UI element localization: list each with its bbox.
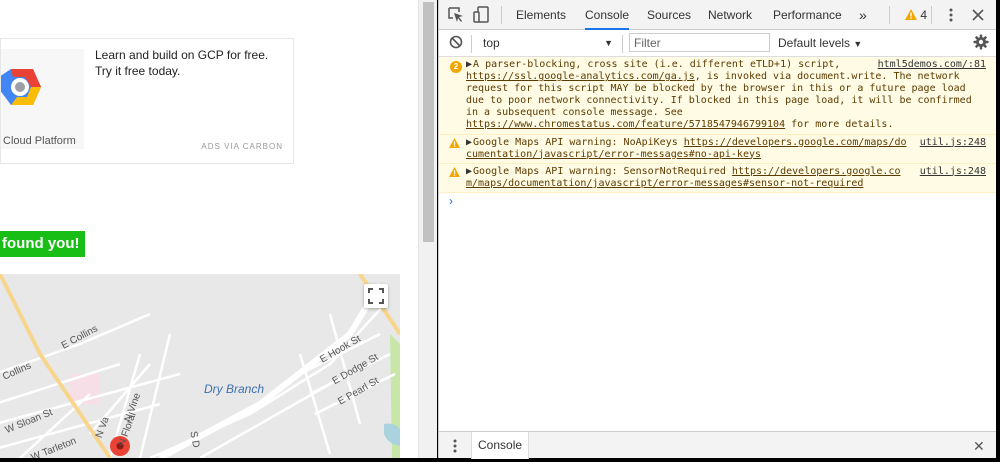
log-levels-label: Default levels [778, 36, 851, 50]
settings-gear-icon [973, 34, 989, 50]
kebab-icon [453, 439, 457, 453]
message-url-link[interactable]: https://ssl.google-analytics.com/ga.js [466, 71, 695, 82]
devtools-panel: Elements Console Sources Network Perform… [438, 0, 996, 459]
toolbar-divider [501, 6, 502, 24]
close-icon [972, 9, 984, 21]
filter-divider-2 [622, 35, 623, 53]
console-warning-message[interactable]: 2 html5demos.com/:81 ▶A parser-blocking,… [439, 57, 996, 135]
customize-devtools-button[interactable] [949, 8, 953, 22]
message-source-link[interactable]: util.js:248 [920, 137, 986, 149]
gcp-logo-icon [1, 69, 41, 105]
screenshot-frame: Cloud Platform Learn and build on GCP fo… [0, 0, 1000, 462]
devtools-drawer: Console ✕ [439, 431, 996, 459]
page-scrollbar[interactable] [418, 0, 437, 458]
console-settings-button[interactable] [973, 34, 991, 52]
map-label-dry-branch: Dry Branch [204, 382, 265, 396]
map-roads [0, 274, 400, 458]
drawer-menu-button[interactable] [453, 439, 457, 453]
console-prompt[interactable]: › [439, 193, 996, 209]
expand-triangle-icon[interactable]: ▶ [466, 59, 472, 70]
message-source-link[interactable]: util.js:248 [920, 166, 986, 178]
clear-console-button[interactable] [449, 35, 467, 53]
context-selector[interactable]: top ▼ [481, 33, 617, 53]
console-filter-bar: top ▼ Default levels ▼ [439, 31, 996, 57]
message-text: Google Maps API warning: SensorNotRequir… [473, 165, 732, 177]
message-text-3: for more details. [785, 119, 894, 131]
warning-icon [449, 137, 460, 148]
google-map[interactable]: E Collins Collins W Sloan St W Tarleton … [0, 274, 400, 458]
context-value: top [483, 36, 500, 50]
warning-icon [449, 166, 460, 177]
tab-elements[interactable]: Elements [516, 0, 566, 30]
tab-network[interactable]: Network [708, 0, 752, 30]
console-warning-message[interactable]: util.js:248 ▶Google Maps API warning: Se… [439, 163, 996, 193]
toolbar-divider-2 [889, 6, 890, 24]
message-text: Google Maps API warning: NoApiKeys [473, 136, 684, 148]
tab-console[interactable]: Console [585, 0, 630, 30]
console-filter-input[interactable] [629, 33, 770, 52]
ad-text[interactable]: Learn and build on GCP for free. Try it … [95, 47, 285, 79]
map-fullscreen-button[interactable] [364, 284, 388, 308]
chevron-down-icon: ▼ [853, 39, 863, 49]
expand-triangle-icon[interactable]: ▶ [466, 137, 472, 148]
warnings-counter[interactable]: 4 [905, 0, 927, 30]
inspect-icon [448, 7, 463, 22]
carbon-ad[interactable]: Cloud Platform Learn and build on GCP fo… [0, 38, 294, 164]
kebab-icon [949, 8, 953, 22]
filter-divider [471, 35, 472, 53]
tab-sources[interactable]: Sources [647, 0, 691, 30]
console-messages: 2 html5demos.com/:81 ▶A parser-blocking,… [439, 57, 996, 209]
fullscreen-icon [368, 288, 384, 304]
device-toolbar-button[interactable] [473, 6, 491, 24]
chevron-down-icon: ▼ [604, 38, 613, 48]
more-tabs-icon[interactable]: » [859, 0, 867, 30]
gcp-logo[interactable]: Cloud Platform [1, 49, 84, 149]
geolocation-status: found you! [0, 231, 86, 257]
close-devtools-button[interactable] [971, 8, 989, 26]
tab-performance[interactable]: Performance [773, 0, 842, 30]
ads-via-carbon-link[interactable]: ADS VIA CARBON [201, 142, 283, 151]
prompt-chevron-icon: › [449, 193, 453, 208]
inspect-button[interactable] [447, 6, 465, 24]
warnings-count: 4 [920, 8, 928, 22]
repeat-count-badge: 2 [450, 61, 462, 73]
log-levels-dropdown[interactable]: Default levels ▼ [778, 33, 862, 53]
message-text: A parser-blocking, cross site (i.e. diff… [473, 59, 841, 70]
clear-console-icon [449, 35, 463, 49]
scrollbar-thumb[interactable] [423, 2, 434, 242]
close-icon[interactable]: ✕ [973, 438, 985, 455]
console-warning-message[interactable]: util.js:248 ▶Google Maps API warning: No… [439, 134, 996, 164]
web-page: Cloud Platform Learn and build on GCP fo… [0, 0, 418, 458]
message-url-link-2[interactable]: https://www.chromestatus.com/feature/571… [466, 119, 785, 130]
toolbar-divider-3 [931, 6, 932, 24]
gcp-logo-text: Cloud Platform [3, 135, 76, 147]
message-source-link[interactable]: html5demos.com/:81 [878, 59, 986, 71]
devtools-toolbar: Elements Console Sources Network Perform… [439, 0, 996, 30]
device-icon [473, 6, 489, 23]
warning-icon [905, 9, 917, 20]
drawer-tab-console[interactable]: Console [471, 432, 530, 459]
expand-triangle-icon[interactable]: ▶ [466, 166, 472, 177]
